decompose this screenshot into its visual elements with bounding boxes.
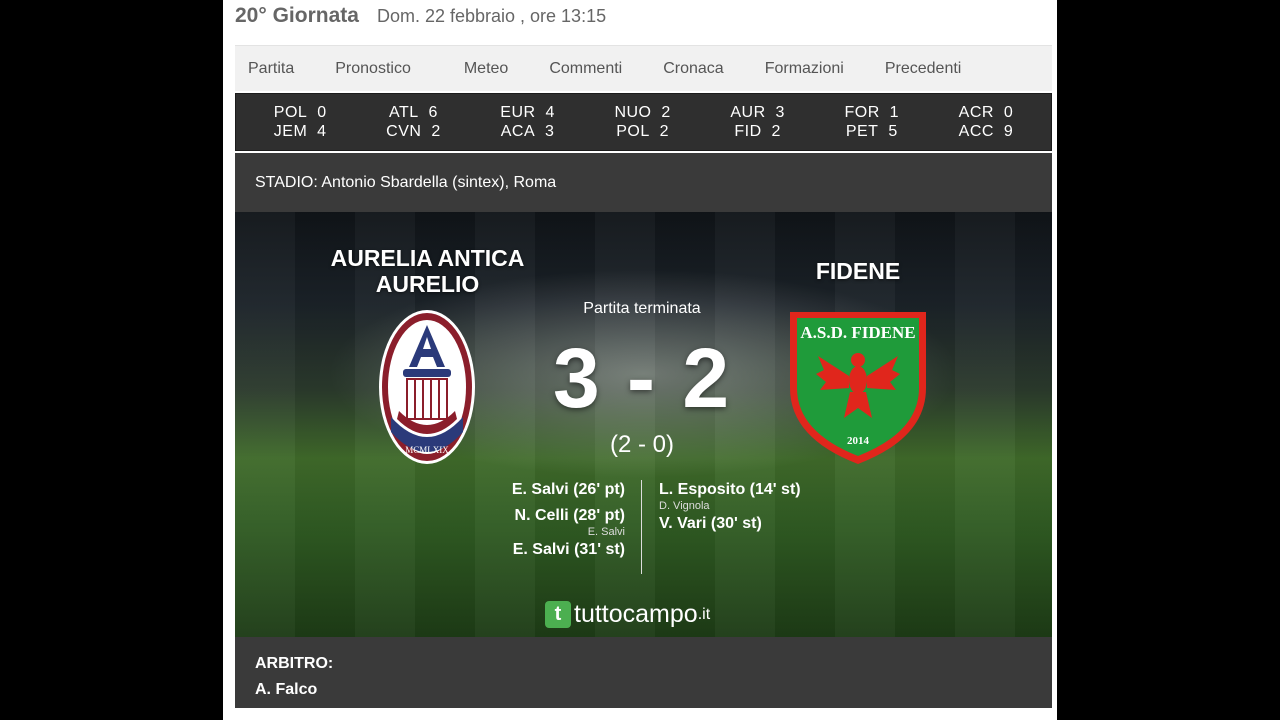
tab-pronostico[interactable]: Pronostico [307, 60, 424, 78]
match-header: 20° Giornata Dom. 22 febbraio , ore 13:1… [235, 4, 606, 30]
home-abbr: AUR [730, 104, 766, 121]
away-abbr: ACC [958, 123, 994, 140]
away-score: 9 [1003, 123, 1014, 140]
home-score: 4 [545, 104, 555, 121]
away-scorers: L. Esposito (14' st) D. Vignola V. Vari … [659, 480, 801, 534]
brand-tld: .it [697, 605, 711, 623]
home-abbr: POL [273, 104, 308, 121]
home-score: 0 [317, 104, 327, 121]
scorer[interactable]: V. Vari (30' st) [659, 514, 801, 534]
away-abbr: CVN [386, 123, 422, 140]
scorer[interactable]: E. Salvi (26' pt) [512, 480, 625, 500]
score-item[interactable]: FOR 1 PET 5 [845, 103, 900, 141]
home-score: 0 [1003, 104, 1014, 121]
away-abbr: ACA [500, 123, 536, 140]
halftime-score: (2 - 0) [609, 431, 674, 458]
away-score: 2 [771, 123, 781, 140]
home-abbr: ACR [958, 104, 994, 121]
home-team-name-line2: AURELIO [375, 271, 480, 297]
away-score: 2 [659, 123, 670, 140]
match-scoreboard: AURELIA ANTICA AURELIO FIDENE MCMLXIX A.… [235, 212, 1052, 637]
score-item[interactable]: NUO 2 POL 2 [614, 103, 670, 141]
away-abbr: JEM [273, 123, 308, 140]
referee-name: A. Falco [255, 681, 318, 698]
assist: D. Vignola [659, 500, 710, 512]
tab-commenti[interactable]: Commenti [521, 60, 635, 78]
home-abbr: ATL [388, 104, 419, 121]
referee-label: ARBITRO: [255, 655, 334, 672]
other-scores-bar: POL 0 JEM 4 ATL 6 CVN 2 EUR 4 ACA 3 NUO … [235, 93, 1052, 151]
home-logo-text: MCMLXIX [405, 445, 449, 455]
home-abbr: NUO [614, 104, 652, 121]
page: 20° Giornata Dom. 22 febbraio , ore 13:1… [223, 0, 1057, 720]
home-abbr: EUR [500, 104, 536, 121]
away-team-logo[interactable]: A.S.D. FIDENE 2014 [788, 308, 928, 471]
tuttocampo-logo[interactable]: t tuttocampo .it [545, 600, 710, 629]
away-abbr: FID [734, 123, 762, 140]
tab-partita[interactable]: Partita [235, 60, 307, 78]
home-scorers: E. Salvi (26' pt) N. Celli (28' pt) E. S… [512, 480, 625, 560]
tuttocampo-icon: t [545, 601, 571, 628]
away-score: 2 [431, 123, 441, 140]
match-tabs: Partita Pronostico Meteo Commenti Cronac… [235, 45, 1052, 91]
score-item[interactable]: POL 0 JEM 4 [274, 103, 327, 141]
away-logo-text: A.S.D. FIDENE [800, 323, 915, 342]
score-item[interactable]: ACR 0 ACC 9 [959, 103, 1014, 141]
assist: E. Salvi [587, 526, 625, 538]
home-abbr: FOR [844, 104, 880, 121]
referee-section: ARBITRO: A. Falco [235, 637, 1052, 708]
final-score: 3 - 2 [552, 331, 732, 425]
away-abbr: PET [845, 123, 879, 140]
tab-formazioni[interactable]: Formazioni [737, 60, 857, 78]
away-score: 4 [317, 123, 327, 140]
tab-meteo[interactable]: Meteo [424, 60, 521, 78]
home-score: 3 [775, 104, 785, 121]
home-team-name[interactable]: AURELIA ANTICA AURELIO [315, 245, 540, 297]
scorers-divider [641, 480, 642, 574]
away-score: 3 [545, 123, 555, 140]
away-score: 5 [888, 123, 898, 140]
brand-name: tuttocampo [574, 600, 698, 628]
away-logo-year: 2014 [847, 435, 870, 447]
match-date: Dom. 22 febbraio , ore 13:15 [376, 6, 607, 26]
score-item[interactable]: ATL 6 CVN 2 [386, 103, 441, 141]
scorer[interactable]: N. Celli (28' pt) [512, 506, 625, 526]
score-item[interactable]: AUR 3 FID 2 [730, 103, 785, 141]
scorer[interactable]: E. Salvi (31' st) [512, 540, 625, 560]
tab-precedenti[interactable]: Precedenti [857, 60, 975, 78]
score-item[interactable]: EUR 4 ACA 3 [500, 103, 555, 141]
away-team-name[interactable]: FIDENE [783, 258, 933, 284]
tab-cronaca[interactable]: Cronaca [635, 60, 736, 78]
scorer[interactable]: L. Esposito (14' st) [659, 480, 801, 500]
home-score: 1 [889, 104, 900, 121]
round-title: 20° Giornata [235, 4, 359, 27]
home-score: 6 [428, 104, 438, 121]
match-status: Partita terminata [583, 300, 701, 317]
away-abbr: POL [616, 123, 650, 140]
home-team-logo[interactable]: MCMLXIX [377, 307, 477, 472]
home-score: 2 [661, 104, 671, 121]
home-team-name-line1: AURELIA ANTICA [330, 245, 525, 271]
stadium-info: STADIO: Antonio Sbardella (sintex), Roma [235, 153, 1052, 212]
